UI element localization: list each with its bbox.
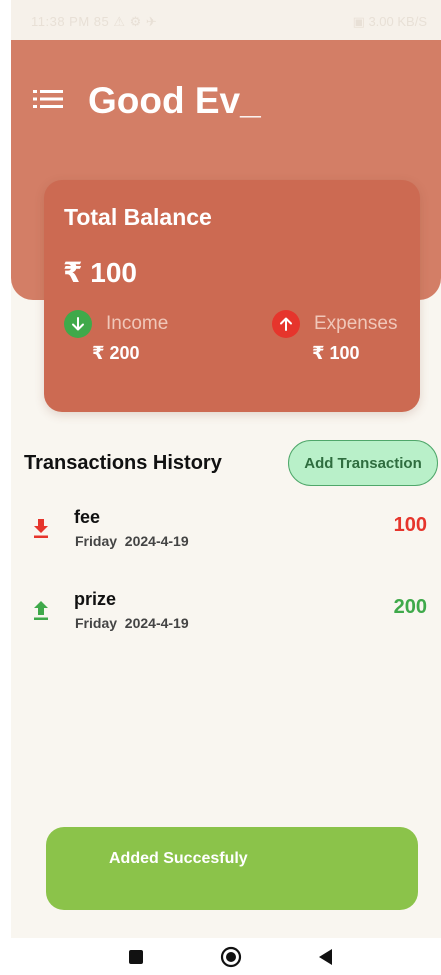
expenses-value: ₹ 100 <box>312 343 360 363</box>
status-bar-right: ▣ 3.00 KB/S <box>352 14 427 29</box>
toast-message: Added Succesfuly <box>109 850 248 867</box>
transaction-date: Friday 2024-4-19 <box>75 615 189 631</box>
balance-card: Total Balance ₹ 100 Income ₹ 200 Expense… <box>44 180 420 412</box>
arrow-down-icon <box>64 310 92 338</box>
transaction-name: prize <box>74 589 117 609</box>
system-navigation-bar <box>0 938 441 975</box>
total-balance-value: ₹ 100 <box>63 257 137 288</box>
transaction-amount: 200 <box>393 596 427 618</box>
transaction-row[interactable]: prize Friday 2024-4-19 200 <box>11 589 441 649</box>
transactions-history-title: Transactions History <box>24 452 222 474</box>
status-bar: 11:38 PM 85 ⚠ ⚙ ✈ ▣ 3.00 KB/S <box>11 0 441 40</box>
transaction-row[interactable]: fee Friday 2024-4-19 100 <box>11 507 441 567</box>
transaction-amount: 100 <box>393 514 427 536</box>
circle-icon[interactable] <box>219 945 243 969</box>
back-triangle-icon[interactable] <box>314 945 338 969</box>
add-transaction-button[interactable]: Add Transaction <box>288 440 438 486</box>
menu-icon[interactable] <box>33 89 63 109</box>
download-icon <box>31 517 51 539</box>
success-toast: Added Succesfuly <box>46 827 418 910</box>
square-icon[interactable] <box>124 945 148 969</box>
transaction-name: fee <box>74 507 101 527</box>
income-label: Income <box>106 313 169 334</box>
status-bar-left: 11:38 PM 85 ⚠ ⚙ ✈ <box>31 14 158 29</box>
income-value: ₹ 200 <box>92 343 140 363</box>
app-screen: 11:38 PM 85 ⚠ ⚙ ✈ ▣ 3.00 KB/S Good Ev_ T… <box>11 0 441 938</box>
greeting-title: Good Ev_ <box>88 80 261 121</box>
expenses-label: Expenses <box>314 313 398 334</box>
upload-icon <box>31 599 51 621</box>
transaction-date: Friday 2024-4-19 <box>75 533 189 549</box>
arrow-up-icon <box>272 310 300 338</box>
total-balance-label: Total Balance <box>64 204 212 230</box>
